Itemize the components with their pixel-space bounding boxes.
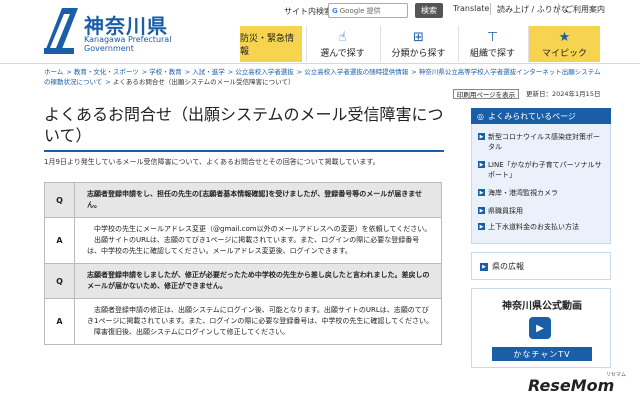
sidebar-link[interactable]: ▶ LINE「かながわ子育てパーソナルサポート」 [478, 160, 606, 180]
nav-choose-label: 選んで探す [320, 49, 365, 59]
prefecture-logo[interactable]: 神奈川県 Kanagawa Prefectural Government [44, 8, 194, 58]
tree-icon: ⊞ [413, 30, 424, 45]
answer-paragraph: 中学校の先生にメールアドレス変更（@gmail.com以外のメールアドレスへの変… [94, 225, 432, 233]
usage-link[interactable]: ご利用案内 [565, 4, 605, 15]
sidebar-link[interactable]: ▶ 県職員採用 [478, 206, 606, 216]
hand-pointer-icon: ☝ [338, 30, 347, 45]
breadcrumb-link[interactable]: 教育・文化・スポーツ [74, 68, 139, 76]
nav-organization[interactable]: ⊤ 組織で探す [458, 26, 526, 62]
answer-marker: A [44, 217, 75, 264]
answer-paragraph: 出願サイトのURLは、志願のてびき1ページに掲載されています。また、ログインの際… [87, 236, 420, 255]
site-search-label: サイト内検索 [284, 6, 332, 16]
search-placeholder: Google 提供 [339, 6, 381, 15]
google-icon: G [332, 6, 338, 15]
logo-subtitle: Kanagawa Prefectural Government [84, 35, 172, 53]
breadcrumb-link[interactable]: 公立高校入学者選抜 [235, 68, 294, 76]
star-icon: ★ [558, 30, 571, 45]
nav-emergency-label: 防災・緊急情報 [240, 34, 295, 57]
question-marker: Q [44, 182, 75, 218]
nav-category[interactable]: ⊞ 分類から探す [380, 26, 456, 62]
sidebar-link-label: 上下水道料金のお支払い方法 [488, 223, 579, 231]
translate-link[interactable]: Translate [453, 4, 489, 13]
popular-pages-title: よくみられているページ [487, 111, 576, 121]
org-chart-icon: ⊤ [486, 30, 499, 45]
prefecture-pr-link[interactable]: ▶ 県の広報 [471, 252, 611, 280]
divider [490, 3, 491, 15]
breadcrumb-link[interactable]: ホーム [44, 68, 63, 76]
arrow-right-icon: ▶ [478, 133, 485, 140]
answer-marker: A [44, 298, 75, 345]
popular-pages-heading: ◎ よくみられているページ [471, 108, 611, 124]
intro-text: 1月9日より発生しているメール受信障害について、よくあるお問合せとその回答につい… [44, 158, 380, 166]
nav-mypick[interactable]: ★ マイピック [528, 26, 600, 62]
updated-date: 更新日：2024年1月15日 [526, 90, 601, 98]
eye-icon: ◎ [477, 111, 484, 121]
official-video-banner[interactable]: 神奈川県公式動画 ▶ かなチャンTV [471, 288, 611, 368]
sidebar-link-label: 県職員採用 [488, 207, 523, 215]
prefecture-emblem-icon [44, 8, 78, 54]
faq-table: Q 志願者登録申請をし、担任の先生の[志願者基本情報確認]を受けましたが、登録番… [44, 182, 442, 345]
sidebar-link[interactable]: ▶ 上下水道料金のお支払い方法 [478, 222, 606, 232]
faq-question-row: Q 志願者登録申請をし、担任の先生の[志願者基本情報確認]を受けましたが、登録番… [44, 182, 442, 218]
arrow-right-icon: ▶ [480, 263, 488, 271]
answer-text: 中学校の先生にメールアドレス変更（@gmail.com以外のメールアドレスへの変… [74, 217, 442, 264]
resemom-watermark-sub: リセマム [606, 372, 627, 378]
sidebar-link-label: 海岸・港湾監視カメラ [488, 189, 558, 197]
play-icon: ▶ [529, 317, 551, 339]
nav-organization-label: 組織で探す [469, 49, 515, 59]
print-page-button[interactable]: 印刷用ページを表示 [453, 89, 519, 99]
breadcrumb-current: よくあるお問合せ（出願システムのメール受信障害について） [112, 78, 295, 86]
answer-text: 志願者登録申請の修正は、出願システムにログイン後、可能となります。出願サイトのU… [74, 298, 442, 345]
video-title: 神奈川県公式動画 [502, 301, 582, 312]
nav-mypick-label: マイピック [541, 49, 587, 59]
sidebar-link-label: 新型コロナウイルス感染症対策ポータル [488, 133, 600, 151]
resemom-watermark: ReseMom [528, 376, 615, 395]
breadcrumb-link[interactable]: 学校・教育 [149, 68, 182, 76]
nav-category-label: 分類から探す [391, 49, 446, 59]
prefecture-pr-label: 県の広報 [492, 261, 524, 271]
answer-paragraph: 障害復旧後、出願システムにログインして修正してください。 [94, 328, 290, 336]
nav-emergency[interactable]: 防災・緊急情報 [240, 26, 302, 62]
faq-answer-row: A 志願者登録申請の修正は、出願システムにログイン後、可能となります。出願サイト… [44, 298, 442, 345]
question-marker: Q [44, 263, 75, 299]
breadcrumb-link[interactable]: 入試・進学 [192, 68, 225, 76]
faq-answer-row: A 中学校の先生にメールアドレス変更（@gmail.com以外のメールアドレスへ… [44, 217, 442, 264]
faq-question-row: Q 志願者登録申請をしましたが、修正が必要だったため中学校の先生から差し戻したと… [44, 263, 442, 299]
breadcrumb-link[interactable]: 公立高校入学者選抜の随時提供情報 [304, 68, 408, 76]
search-button[interactable]: 検索 [415, 3, 443, 18]
question-text: 志願者登録申請をしましたが、修正が必要だったため中学校の先生から差し戻したと言わ… [74, 263, 442, 299]
video-channel-name: かなチャンTV [492, 347, 592, 361]
arrow-right-icon: ▶ [478, 207, 485, 214]
arrow-right-icon: ▶ [478, 189, 485, 196]
sidebar-link[interactable]: ▶ 海岸・港湾監視カメラ [478, 188, 606, 198]
divider [558, 3, 559, 15]
breadcrumb: ホーム > 教育・文化・スポーツ > 学校・教育 > 入試・進学 > 公立高校入学者選抜… [44, 68, 601, 86]
page-title: よくあるお問合せ（出願システムのメール受信障害について） [44, 104, 444, 152]
answer-paragraph: 志願者登録申請の修正は、出願システムにログイン後、可能となります。出願サイトのU… [87, 306, 433, 325]
nav-choose[interactable]: ☝ 選んで探す [306, 26, 378, 62]
sidebar-link-label: LINE「かながわ子育てパーソナルサポート」 [488, 161, 602, 179]
site-header: 神奈川県 Kanagawa Prefectural Government サイト… [0, 0, 640, 64]
arrow-right-icon: ▶ [478, 223, 485, 230]
sidebar-link[interactable]: ▶ 新型コロナウイルス感染症対策ポータル [478, 132, 606, 152]
question-text: 志願者登録申請をし、担任の先生の[志願者基本情報確認]を受けましたが、登録番号等… [74, 182, 442, 218]
arrow-right-icon: ▶ [478, 161, 485, 168]
search-input[interactable]: G Google 提供 [328, 3, 408, 18]
